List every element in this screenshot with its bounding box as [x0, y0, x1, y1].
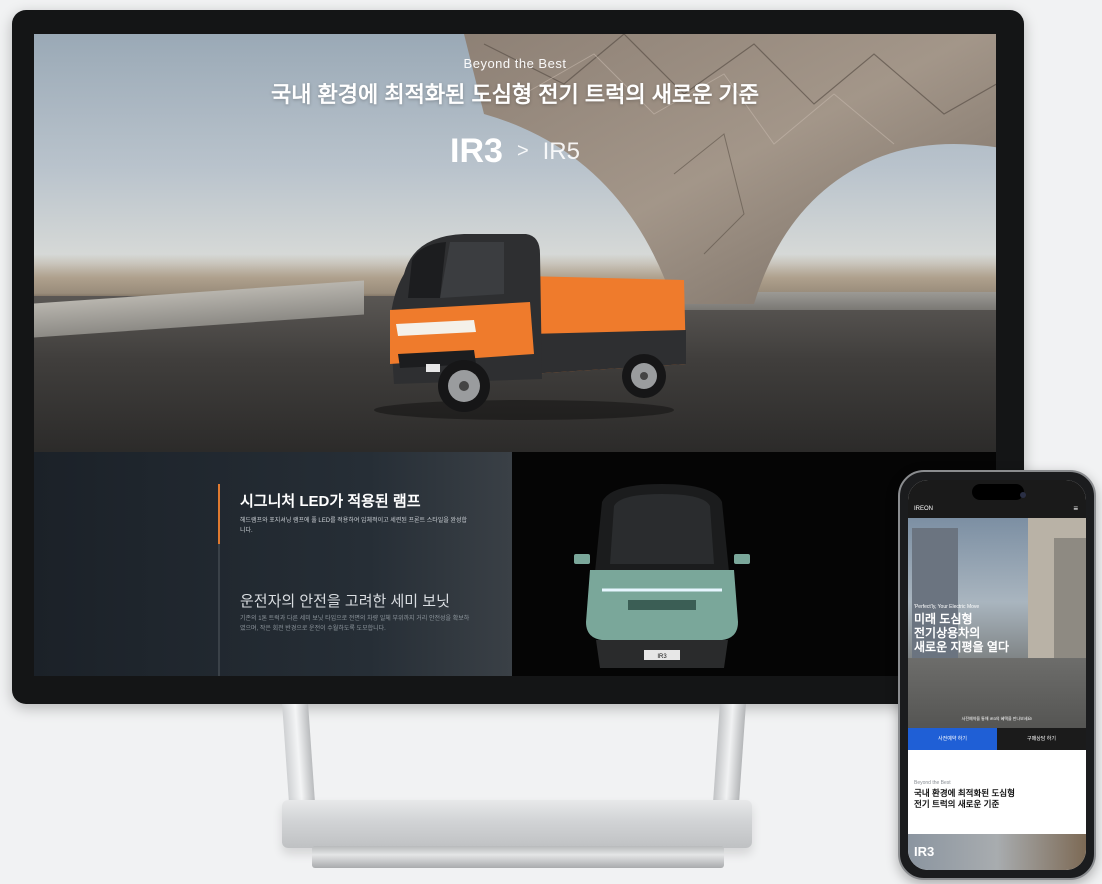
section-title-line: 국내 환경에 최적화된 도심형 — [914, 788, 1015, 798]
stand-base-front — [312, 846, 724, 868]
camera-icon — [1020, 492, 1026, 498]
hero-subtitle: Beyond the Best — [463, 56, 567, 71]
reserve-button[interactable]: 사전예약 하기 — [908, 728, 997, 750]
brand-logo[interactable]: IREON — [914, 506, 933, 512]
model-tab-ir5[interactable]: IR5 — [543, 138, 580, 166]
feature-desc-bonnet: 기존의 1톤 트럭과 다른 세미 보닛 타입으로 전면의 차량 일체 부위까지 … — [240, 616, 470, 632]
model-tab-ir3[interactable]: IR3 — [450, 132, 503, 171]
stand-base — [282, 800, 752, 848]
menu-icon[interactable]: ≡ — [1073, 504, 1078, 513]
active-indicator — [218, 484, 220, 544]
cta-buttons: 사전예약 하기 구매상담 하기 — [908, 728, 1086, 750]
desktop-screen: Beyond the Best 국내 환경에 최적화된 도심형 전기 트럭의 새… — [34, 34, 996, 676]
front-plate-text: IR3 — [657, 654, 667, 660]
chevron-right-icon: > — [516, 140, 529, 162]
model-switcher: IR3 > IR5 — [34, 132, 996, 171]
mobile-screen: IREON ≡ 'Perfect'ly, Your Electric Move … — [908, 480, 1086, 870]
feature-title-bonnet[interactable]: 운전자의 안전을 고려한 세미 보닛 — [240, 590, 450, 611]
building — [1054, 538, 1086, 668]
model-label[interactable]: IR3 — [914, 844, 934, 859]
mobile-hero: 'Perfect'ly, Your Electric Move 미래 도심형 전… — [908, 518, 1086, 728]
model-banner: IR3 — [908, 834, 1086, 870]
hero-section: Beyond the Best 국내 환경에 최적화된 도심형 전기 트럭의 새… — [34, 34, 996, 452]
section-subtitle: Beyond the Best — [914, 780, 951, 786]
section-title: 국내 환경에 최적화된 도심형 전기 트럭의 새로운 기준 — [914, 788, 1074, 810]
mobile-hero-title: 미래 도심형 전기상용차의 새로운 지평을 열다 — [914, 612, 1009, 654]
desktop-monitor: Beyond the Best 국내 환경에 최적화된 도심형 전기 트럭의 새… — [12, 10, 1024, 704]
hero-title: 국내 환경에 최적화된 도심형 전기 트럭의 새로운 기준 — [270, 82, 760, 107]
hero-tagline: 'Perfect'ly, Your Electric Move — [914, 604, 980, 610]
mint-truck-front-image: IR3 — [574, 484, 750, 668]
hero-note: 사전예약을 통해 IR3의 혜택을 만나보세요! — [961, 716, 1033, 721]
mobile-phone: IREON ≡ 'Perfect'ly, Your Electric Move … — [898, 470, 1096, 880]
section-title-line: 전기 트럭의 새로운 기준 — [914, 799, 1000, 809]
dynamic-island — [972, 484, 1024, 500]
feature-title-led[interactable]: 시그니처 LED가 적용된 램프 — [240, 490, 421, 511]
hero-title-line: 새로운 지평을 열다 — [914, 640, 1009, 654]
hero-title-line: 전기상용차의 — [914, 626, 981, 640]
consult-button[interactable]: 구매상담 하기 — [997, 728, 1086, 750]
hero-heading: Beyond the Best 국내 환경에 최적화된 도심형 전기 트럭의 새… — [34, 56, 996, 109]
hero-title-line: 미래 도심형 — [914, 612, 973, 626]
feature-section: 시그니처 LED가 적용된 램프 헤드램프와 포지셔닝 램프에 풀 LED를 적… — [34, 452, 512, 676]
feature-desc-led: 헤드램프와 포지셔닝 램프에 풀 LED를 적용하여 입체적이고 세련된 프론트… — [240, 518, 468, 534]
inactive-indicator — [218, 544, 220, 676]
orange-truck-image — [374, 234, 686, 420]
